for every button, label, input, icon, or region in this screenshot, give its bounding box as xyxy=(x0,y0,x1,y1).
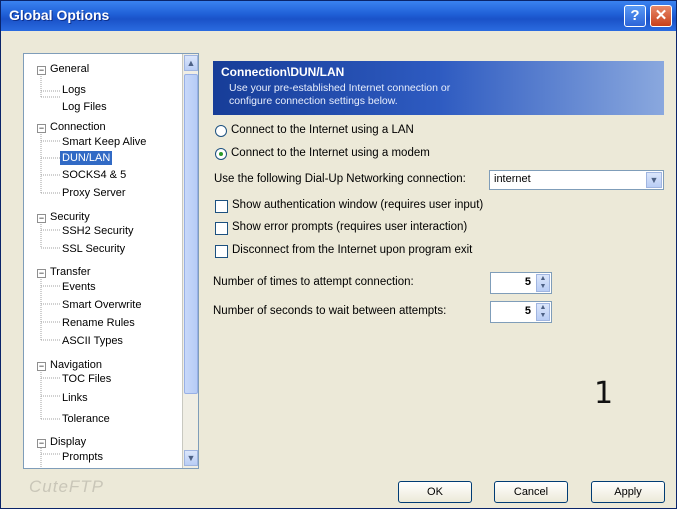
checkbox-show-auth[interactable] xyxy=(215,200,228,213)
checkbox-show-auth-label[interactable]: Show authentication window (requires use… xyxy=(232,199,483,211)
window-title: Global Options xyxy=(9,7,110,23)
description-line-1: Use your pre-established Internet connec… xyxy=(229,82,451,94)
tree-item-proxy-server[interactable]: Proxy Server xyxy=(62,186,126,200)
tree-item-connection[interactable]: Connection xyxy=(50,120,106,134)
radio-modem[interactable] xyxy=(215,148,227,160)
checkbox-show-errors[interactable] xyxy=(215,222,228,235)
tree-item-links[interactable]: Links xyxy=(62,391,88,405)
wait-value: 5 xyxy=(524,305,531,317)
tree-item-socks[interactable]: SOCKS4 & 5 xyxy=(62,168,126,182)
apply-button[interactable]: Apply xyxy=(591,481,665,503)
tree-item-tolerance[interactable]: Tolerance xyxy=(62,412,110,426)
tree-item-toc-files[interactable]: TOC Files xyxy=(62,372,111,386)
collapse-navigation-icon[interactable]: − xyxy=(37,362,46,371)
dialup-label: Use the following Dial-Up Networking con… xyxy=(214,173,466,185)
collapse-connection-icon[interactable]: − xyxy=(37,124,46,133)
tree-item-ssl-security[interactable]: SSL Security xyxy=(62,242,125,256)
dialup-connection-select[interactable]: internet ▼ xyxy=(489,170,664,190)
collapse-transfer-icon[interactable]: − xyxy=(37,269,46,278)
annotation-number: 1 xyxy=(594,376,614,411)
description-line-2: configure connection settings below. xyxy=(229,95,398,107)
options-tree: − General Logs Log Files − Connection Sm… xyxy=(23,53,199,469)
tree-item-general[interactable]: General xyxy=(50,62,89,76)
tree-item-log-files[interactable]: Log Files xyxy=(62,100,107,114)
radio-lan-label[interactable]: Connect to the Internet using a LAN xyxy=(231,124,414,136)
radio-lan[interactable] xyxy=(215,125,227,137)
tree-item-display[interactable]: Display xyxy=(50,435,86,449)
spinner-arrows-icon[interactable]: ▲ ▼ xyxy=(536,274,550,292)
checkbox-disconnect-label[interactable]: Disconnect from the Internet upon progra… xyxy=(232,244,472,256)
section-title: Connection\DUN/LAN xyxy=(221,65,345,79)
wait-spinner[interactable]: 5 ▲ ▼ xyxy=(490,301,552,323)
checkbox-disconnect[interactable] xyxy=(215,245,228,258)
dialup-connection-value: internet xyxy=(494,173,531,185)
radio-selected-dot xyxy=(219,152,223,156)
tree-item-prompts[interactable]: Prompts xyxy=(62,450,103,464)
tree-item-dun-lan[interactable]: DUN/LAN xyxy=(60,151,113,165)
help-button[interactable]: ? xyxy=(624,5,646,27)
chevron-down-icon[interactable]: ▼ xyxy=(646,172,662,188)
wait-label: Number of seconds to wait between attemp… xyxy=(213,305,447,317)
collapse-general-icon[interactable]: − xyxy=(37,66,46,75)
tree-connector-lines xyxy=(40,74,60,468)
title-bar: Global Options ? ✕ xyxy=(1,1,676,31)
ok-button[interactable]: OK xyxy=(398,481,472,503)
checkbox-show-errors-label[interactable]: Show error prompts (requires user intera… xyxy=(232,221,467,233)
cancel-button[interactable]: Cancel xyxy=(494,481,568,503)
tree-item-security[interactable]: Security xyxy=(50,210,90,224)
scroll-down-icon[interactable]: ▼ xyxy=(184,450,198,466)
attempts-label: Number of times to attempt connection: xyxy=(213,276,414,288)
section-description: Use your pre-established Internet connec… xyxy=(229,82,529,108)
scroll-thumb[interactable] xyxy=(184,74,198,394)
tree-scrollbar[interactable]: ▲ ▼ xyxy=(182,54,198,468)
attempts-spinner[interactable]: 5 ▲ ▼ xyxy=(490,272,552,294)
tree-item-transfer[interactable]: Transfer xyxy=(50,265,91,279)
attempts-value: 5 xyxy=(524,276,531,288)
close-button[interactable]: ✕ xyxy=(650,5,672,27)
section-header: Connection\DUN/LAN Use your pre-establis… xyxy=(213,61,664,115)
global-options-dialog: Global Options ? ✕ − General Logs Log Fi… xyxy=(0,0,677,509)
tree-item-logs[interactable]: Logs xyxy=(62,83,86,97)
radio-modem-label[interactable]: Connect to the Internet using a modem xyxy=(231,147,430,159)
scroll-up-icon[interactable]: ▲ xyxy=(184,55,198,71)
tree-item-ascii-types[interactable]: ASCII Types xyxy=(62,334,123,348)
tree-item-navigation[interactable]: Navigation xyxy=(50,358,102,372)
collapse-security-icon[interactable]: − xyxy=(37,214,46,223)
tree-item-smart-overwrite[interactable]: Smart Overwrite xyxy=(62,298,141,312)
tree-item-smart-keep-alive[interactable]: Smart Keep Alive xyxy=(62,135,146,149)
collapse-display-icon[interactable]: − xyxy=(37,439,46,448)
spinner-arrows-icon[interactable]: ▲ ▼ xyxy=(536,303,550,321)
cuteftp-logo: CuteFTP xyxy=(29,477,105,496)
tree-item-rename-rules[interactable]: Rename Rules xyxy=(62,316,135,330)
tree-item-events[interactable]: Events xyxy=(62,280,96,294)
tree-item-ssh2-security[interactable]: SSH2 Security xyxy=(62,224,134,238)
